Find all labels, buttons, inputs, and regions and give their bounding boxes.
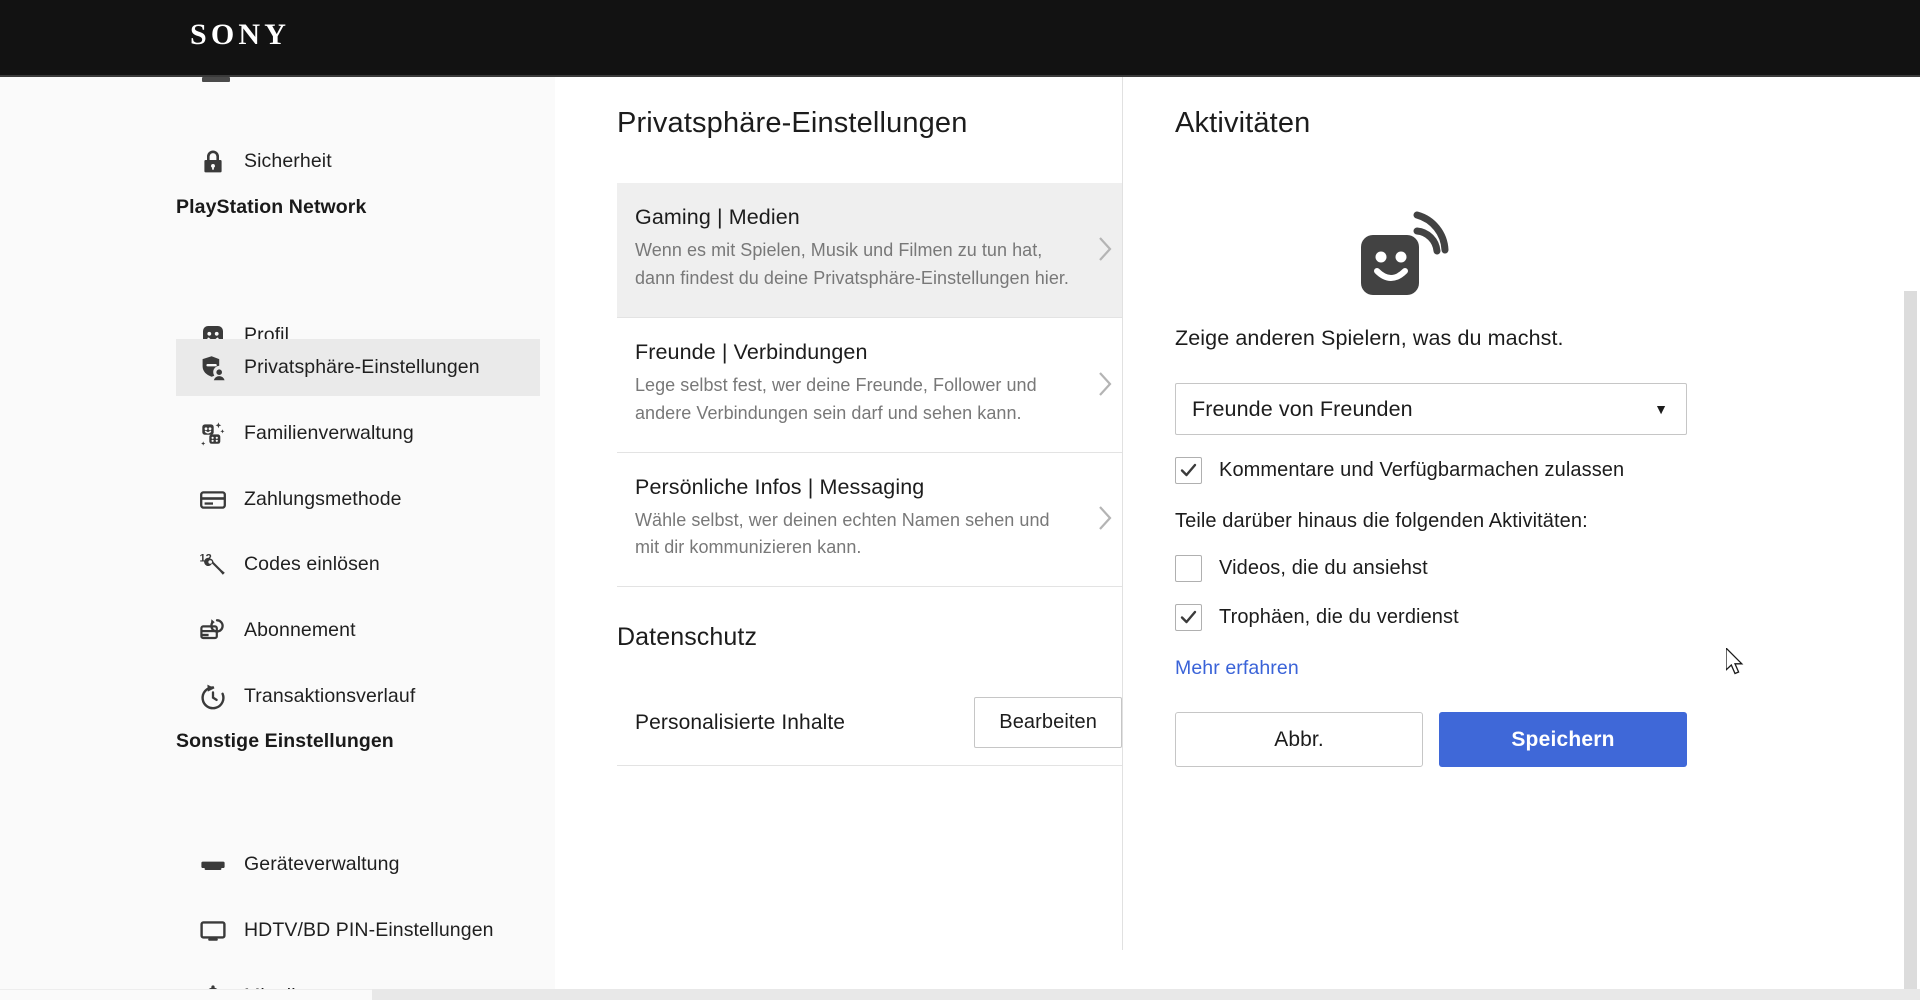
vertical-scrollbar-thumb[interactable] [1904, 291, 1917, 1000]
privacy-shield-icon [198, 353, 228, 383]
card-title: Freunde | Verbindungen [635, 339, 868, 364]
redeem-code-icon: 12 [198, 550, 228, 580]
sidebar-item-transaktionsverlauf[interactable]: Transaktionsverlauf [176, 668, 540, 725]
share-more-label: Teile darüber hinaus die folgenden Aktiv… [1175, 510, 1588, 532]
learn-more-link[interactable]: Mehr erfahren [1175, 657, 1299, 680]
sidebar-item-label: HDTV/BD PIN-Einstellungen [244, 919, 494, 941]
checkbox-row-trophies[interactable]: Trophäen, die du verdienst [1175, 604, 1705, 631]
sidebar-item-codes-einlösen[interactable]: 12 Codes einlösen [176, 536, 540, 593]
card-description: Wähle selbst, wer deinen echten Namen se… [635, 509, 1050, 558]
save-button[interactable]: Speichern [1439, 712, 1687, 767]
sidebar-item-sicherheit[interactable]: Sicherheit [176, 133, 540, 190]
privacy-card-persoenliche-infos-messaging[interactable]: Persönliche Infos | Messaging Wähle selb… [617, 453, 1122, 588]
top-header-bar: SONY [0, 0, 1920, 76]
monitor-icon [198, 916, 228, 946]
sidebar-item-label: Sicherheit [244, 150, 332, 172]
card-text: Gaming | Medien Wenn es mit Spielen, Mus… [635, 205, 1088, 293]
chevron-down-icon: ▼ [1654, 401, 1668, 417]
visibility-select-value: Freunde von Freunden [1192, 396, 1413, 421]
lock-icon [198, 147, 228, 177]
column-divider [1122, 77, 1123, 950]
activity-face-broadcast-icon [1175, 188, 1705, 318]
credit-card-icon [198, 485, 228, 515]
sidebar-item-mitteilungen[interactable]: Mitteilungen [176, 968, 540, 989]
activities-column: Aktivitäten Zeige anderen Spielern, was … [1175, 77, 1705, 767]
left-sidebar: Sicherheit PlayStation Network Profil Priva… [0, 77, 555, 989]
card-description: Lege selbst fest, wer deine Freunde, Fol… [635, 374, 1037, 423]
privacy-card-list: Gaming | Medien Wenn es mit Spielen, Mus… [617, 183, 1122, 588]
sidebar-item-zahlungsmethode[interactable]: Zahlungsmethode [176, 471, 540, 528]
device-icon [198, 850, 228, 880]
checkbox-videos-label: Videos, die du ansiehst [1219, 557, 1428, 579]
horizontal-scrollbar-track[interactable] [0, 989, 1920, 1000]
card-description: Wenn es mit Spielen, Musik und Filmen zu… [635, 240, 1069, 288]
sidebar-item-abonnement[interactable]: Abonnement [176, 602, 540, 659]
horizontal-scrollbar-thumb[interactable] [372, 989, 1920, 1000]
sidebar-item-privatsphäre-einstellungen[interactable]: Privatsphäre-Einstellungen [176, 339, 540, 396]
page-root: SONY Sicherheit PlayStation Network Profil… [0, 0, 1920, 1000]
datenschutz-section-title: Datenschutz [617, 623, 758, 652]
chevron-right-icon [1088, 236, 1122, 262]
chevron-right-icon [1088, 371, 1122, 397]
sidebar-item-label: Transaktionsverlauf [244, 685, 416, 707]
sidebar-group-heading: PlayStation Network [176, 196, 367, 218]
sidebar-item-label: Familienverwaltung [244, 422, 414, 444]
personalized-content-label: Personalisierte Inhalte [635, 710, 846, 734]
privacy-settings-column: Privatsphäre-Einstellungen Gaming | Medi… [617, 77, 1122, 767]
sidebar-partial-icon-above [202, 77, 230, 82]
action-button-row: Abbr. Speichern [1175, 712, 1705, 767]
bell-icon [198, 982, 228, 989]
sidebar-item-label: Zahlungsmethode [244, 488, 402, 510]
sidebar-item-label: Privatsphäre-Einstellungen [244, 356, 480, 378]
sidebar-group-heading: Sonstige Einstellungen [176, 730, 394, 752]
edit-button[interactable]: Bearbeiten [974, 697, 1122, 749]
sidebar-item-label: Codes einlösen [244, 553, 380, 575]
card-text: Freunde | Verbindungen Lege selbst fest,… [635, 340, 1088, 428]
checkbox-videos[interactable] [1175, 555, 1202, 582]
activities-title: Aktivitäten [1175, 107, 1311, 139]
chevron-right-icon [1088, 505, 1122, 531]
privacy-card-gaming-medien[interactable]: Gaming | Medien Wenn es mit Spielen, Mus… [617, 183, 1122, 318]
history-clock-icon [198, 682, 228, 712]
cancel-button[interactable]: Abbr. [1175, 712, 1423, 767]
privacy-card-freunde-verbindungen[interactable]: Freunde | Verbindungen Lege selbst fest,… [617, 318, 1122, 453]
page-title: Privatsphäre-Einstellungen [617, 107, 968, 139]
sony-logo: SONY [190, 18, 291, 51]
card-text: Persönliche Infos | Messaging Wähle selb… [635, 475, 1088, 563]
card-title: Gaming | Medien [635, 205, 800, 229]
sidebar-item-geräteverwaltung[interactable]: Geräteverwaltung [176, 836, 540, 893]
checkbox-row-videos[interactable]: Videos, die du ansiehst [1175, 555, 1705, 582]
card-title: Persönliche Infos | Messaging [635, 474, 925, 499]
checkbox-trophies[interactable] [1175, 604, 1202, 631]
checkbox-comments-label: Kommentare und Verfügbarmachen zulassen [1219, 459, 1625, 481]
sidebar-item-familienverwaltung[interactable]: Familienverwaltung [176, 405, 540, 462]
visibility-select[interactable]: Freunde von Freunden ▼ [1175, 383, 1687, 435]
mouse-cursor [1725, 646, 1746, 683]
activities-description: Zeige anderen Spielern, was du machst. [1175, 326, 1564, 350]
checkbox-row-comments[interactable]: Kommentare und Verfügbarmachen zulassen [1175, 457, 1705, 484]
sidebar-item-label: Geräteverwaltung [244, 853, 400, 875]
family-icon [198, 419, 228, 449]
checkbox-comments[interactable] [1175, 457, 1202, 484]
sidebar-item-hdtv-bd-pin-einstellungen[interactable]: HDTV/BD PIN-Einstellungen [176, 902, 540, 959]
checkbox-trophies-label: Trophäen, die du verdienst [1219, 606, 1459, 628]
sidebar-item-label: Abonnement [244, 619, 356, 641]
main-content: Privatsphäre-Einstellungen Gaming | Medi… [555, 77, 1920, 989]
subscription-icon [198, 616, 228, 646]
vertical-scrollbar-track[interactable] [1902, 77, 1920, 1000]
personalized-content-row: Personalisierte Inhalte Bearbeiten [617, 680, 1122, 767]
